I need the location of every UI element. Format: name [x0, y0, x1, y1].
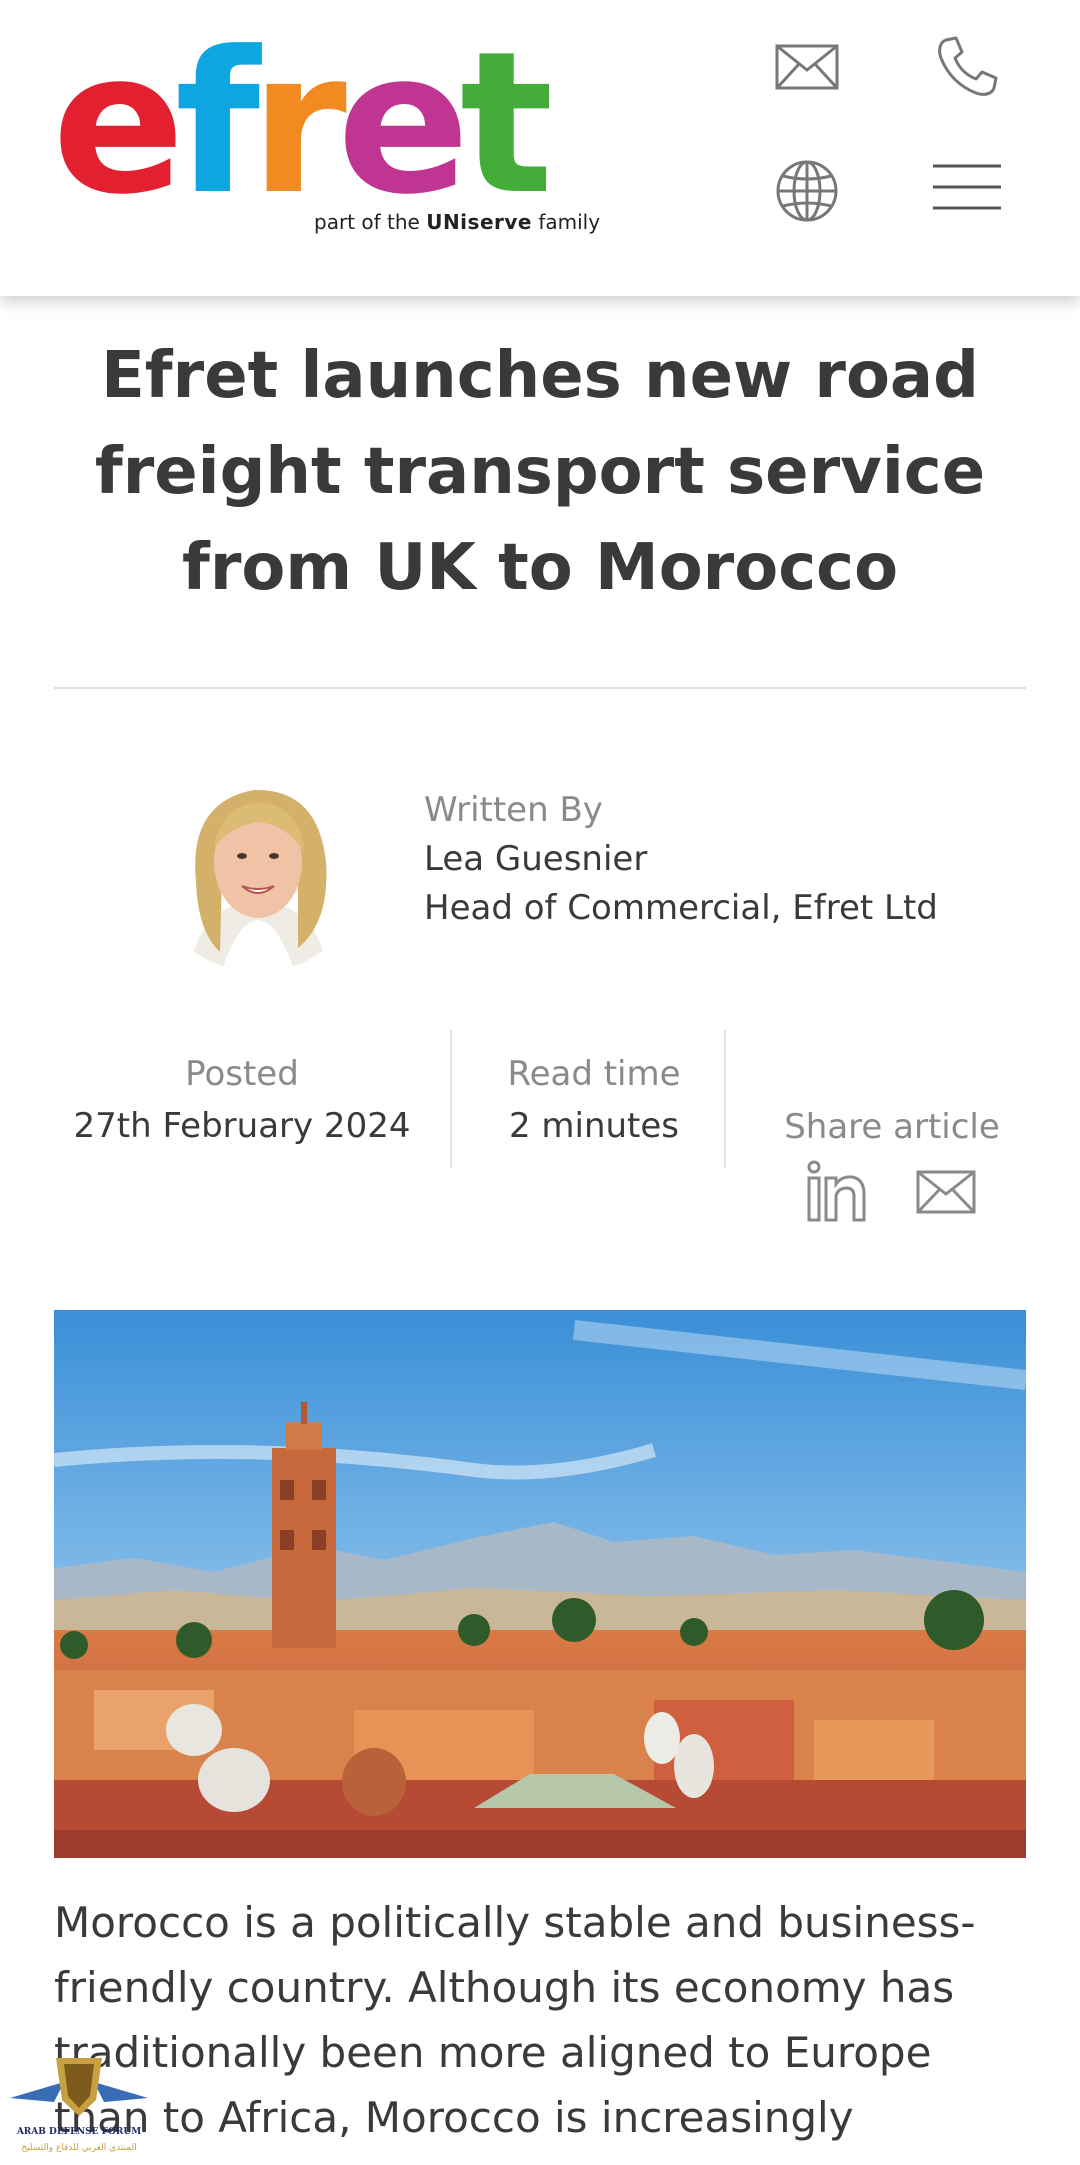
title-divider	[54, 687, 1026, 689]
read-time-label: Read time	[507, 1054, 681, 1094]
posted-date: 27th February 2024	[73, 1106, 411, 1146]
logo-tagline: part of the UNiserve family	[314, 210, 600, 234]
author-info: Written By Lea Guesnier Head of Commerci…	[424, 786, 938, 933]
logo-letter: f	[174, 10, 260, 238]
author-name[interactable]: Lea Guesnier	[424, 835, 938, 884]
linkedin-icon[interactable]	[806, 1160, 870, 1224]
share-label: Share article	[784, 1107, 1000, 1147]
written-by-label: Written By	[424, 790, 603, 830]
logo-wordmark: efret	[52, 26, 553, 222]
forum-watermark: ARAB DEFENSE FORUM المنتدى العربي للدفاع…	[4, 2050, 154, 2162]
tagline-suffix: family	[538, 210, 601, 234]
read-time-meta: Read time 2 minutes	[470, 1048, 718, 1152]
phone-icon[interactable]	[932, 32, 1002, 102]
article-title: Efret launches new road freight transpor…	[94, 339, 986, 605]
logo-letter: t	[459, 10, 554, 238]
tagline-brand: UNiserve	[426, 210, 532, 234]
posted-meta: Posted 27th February 2024	[54, 1048, 430, 1152]
tagline-prefix: part of the	[314, 210, 420, 234]
read-time-value: 2 minutes	[508, 1106, 680, 1146]
posted-label: Posted	[185, 1054, 299, 1094]
article-body: Morocco is a politically stable and busi…	[54, 1898, 976, 2142]
meta-divider	[450, 1030, 452, 1168]
mail-icon[interactable]	[772, 32, 842, 102]
logo-letter: e	[336, 10, 470, 238]
menu-icon[interactable]	[932, 152, 1002, 222]
share-meta: Share article	[760, 1101, 1024, 1153]
logo-letter: e	[52, 10, 185, 238]
hero-image	[54, 1310, 1026, 1858]
globe-icon[interactable]	[772, 156, 842, 226]
meta-divider	[724, 1030, 726, 1168]
efret-logo[interactable]: efret part of the UNiserve family	[52, 26, 612, 240]
author-role: Head of Commercial, Efret Ltd	[424, 888, 938, 928]
watermark-line2: المنتدى العربي للدفاع والتسليح	[21, 2143, 136, 2153]
share-mail-icon[interactable]	[914, 1160, 978, 1224]
author-avatar	[148, 752, 368, 972]
watermark-line1: ARAB DEFENSE FORUM	[16, 2127, 141, 2137]
logo-letter: r	[250, 10, 347, 238]
site-header: efret part of the UNiserve family	[0, 0, 1080, 296]
